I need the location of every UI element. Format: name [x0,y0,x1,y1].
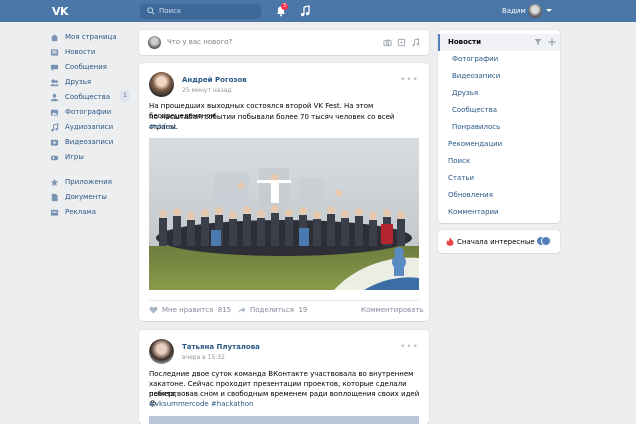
like-button[interactable]: Мне нравится 815 [149,306,231,314]
post-hashtags[interactable]: #vksummercode #hackathon [149,400,253,408]
share-icon [237,306,246,314]
user-name[interactable]: Вадим [502,7,526,15]
filter-icon[interactable] [534,38,542,46]
photos-icon [50,109,59,116]
post-author-avatar[interactable] [149,72,174,97]
video-icon [50,139,59,146]
sidebar-item-my-page[interactable]: Моя страница [50,30,135,44]
sidebar-item-label: Документы [65,193,107,201]
vk-logo[interactable]: VK [52,5,69,18]
sidebar-item-audio[interactable]: Аудиозаписи [50,120,135,134]
like-label: Мне нравится [162,306,214,314]
post-hashtag[interactable]: #vkfest [149,123,176,131]
fire-icon [446,237,454,246]
post-card: Татьяна Плуталова вчера в 15:32 ••• Посл… [139,330,429,424]
share-count: 19 [298,306,308,314]
post-card: Андрей Рогозов 25 минут назад ••• На про… [139,63,429,321]
news-icon [50,48,59,56]
ads-icon [50,209,59,216]
menu-item-comments[interactable]: Комментарии [448,208,499,216]
share-label: Поделиться [250,306,294,314]
post-time[interactable]: вчера в 15:32 [182,354,225,361]
sidebar-item-label: Фотографии [65,108,112,116]
sidebar-item-label: Реклама [65,208,97,216]
menu-subitem-groups[interactable]: Сообщества [452,106,497,114]
menu-item-articles[interactable]: Статьи [448,174,474,182]
sidebar-item-photos[interactable]: Фотографии [50,105,135,119]
groups-icon [50,93,59,101]
comment-button[interactable]: Комментировать [361,306,424,314]
menu-subitem-friends[interactable]: Друзья [452,89,478,97]
search-input[interactable]: Поиск [140,4,261,19]
sidebar-item-ads[interactable]: Реклама [50,205,135,219]
music-icon[interactable] [300,5,310,17]
news-filter-menu: Новости Фотографии Видеозаписи Друзья Со… [438,30,560,223]
sidebar-item-friends[interactable]: Друзья [50,75,135,89]
smart-feed-filter: Сначала интересные [438,230,560,253]
plus-icon[interactable] [548,38,556,46]
post-composer[interactable]: Что у вас нового? [139,30,429,55]
post-text-line: по масштабам событии побывали более 70 т… [149,113,395,131]
sidebar-item-label: Видеозаписи [65,138,114,146]
sidebar-item-label: Сообщения [65,63,108,71]
music-icon[interactable] [411,38,420,47]
sidebar-item-label: Приложения [65,178,112,186]
video-icon[interactable] [397,38,406,47]
menu-item-search[interactable]: Поиск [448,157,470,165]
more-options-icon[interactable]: ••• [400,342,419,352]
search-placeholder: Поиск [159,7,182,15]
sidebar-item-label: Новости [65,48,96,56]
post-author-name[interactable]: Андрей Рогозов [182,76,247,84]
apps-icon [50,178,59,186]
post-author-name[interactable]: Татьяна Плуталова [182,343,260,351]
sidebar-item-apps[interactable]: Приложения [50,175,135,189]
games-icon [50,155,59,160]
vk-fest-group-photo [149,138,419,290]
sidebar-item-video[interactable]: Видеозаписи [50,135,135,149]
comment-label: Комментировать [361,306,424,314]
filter-label: Сначала интересные [457,238,535,246]
interesting-first-toggle[interactable] [537,236,551,246]
sidebar-item-messages[interactable]: Сообщения [50,60,135,74]
user-avatar[interactable] [528,4,542,18]
sidebar-item-label: Аудиозаписи [65,123,114,131]
menu-item-updates[interactable]: Обновления [448,191,493,199]
menu-subitem-videos[interactable]: Видеозаписи [452,72,500,80]
sidebar-item-label: Моя страница [65,33,117,41]
groups-count-badge: 1 [120,90,130,102]
audio-icon [51,122,59,131]
like-count: 815 [217,306,232,314]
share-button[interactable]: Поделиться 19 [237,306,307,314]
chevron-down-icon[interactable] [546,9,552,12]
search-icon [147,7,155,15]
messages-icon [50,64,59,71]
friends-icon [50,78,59,86]
home-icon [50,33,59,41]
composer-placeholder[interactable]: Что у вас нового? [167,38,232,46]
post-photo[interactable] [149,416,419,424]
documents-icon [51,193,58,201]
menu-subitem-liked[interactable]: Понравилось [452,123,500,131]
post-actions-divider [149,300,419,301]
post-author-avatar[interactable] [149,339,174,364]
sidebar-item-games[interactable]: Игры [50,150,135,164]
post-photo[interactable] [149,138,419,290]
camera-icon[interactable] [383,38,392,47]
notification-badge: 3 [281,3,288,10]
menu-subitem-photos[interactable]: Фотографии [452,55,498,63]
sidebar-item-label: Игры [65,153,84,161]
menu-item-recommendations[interactable]: Рекомендации [448,140,502,148]
more-options-icon[interactable]: ••• [400,75,419,85]
menu-item-news[interactable]: Новости [448,38,481,46]
sidebar-item-news[interactable]: Новости [50,45,135,59]
composer-avatar [148,36,161,49]
sidebar-item-groups[interactable]: Сообщества 1 [50,90,135,104]
sidebar-item-label: Сообщества [65,93,111,101]
sidebar-item-label: Друзья [65,78,92,86]
post-time[interactable]: 25 минут назад [182,87,231,94]
post-text-line: Последние двое суток команда ВКонтакте у… [149,370,414,378]
top-bar: VK Поиск 3 Вадим [0,0,636,22]
sidebar-item-documents[interactable]: Документы [50,190,135,204]
heart-icon [149,306,158,314]
